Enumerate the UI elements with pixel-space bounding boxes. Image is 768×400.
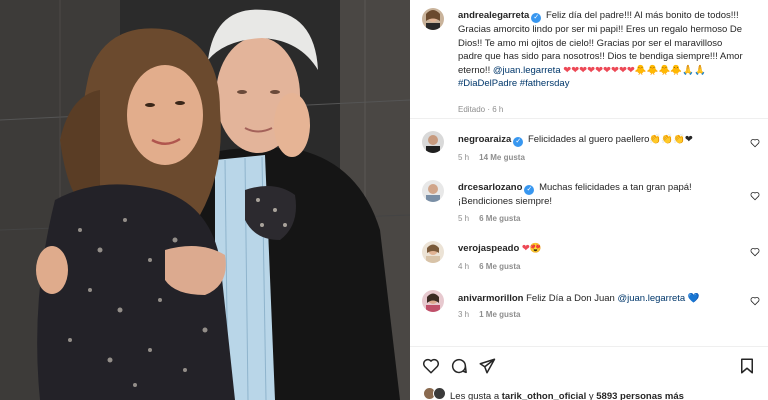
likes-count[interactable]: 5893 personas más bbox=[596, 391, 684, 400]
commenter-avatar[interactable] bbox=[422, 290, 444, 312]
comment-username[interactable]: anivarmorillon bbox=[458, 293, 523, 304]
post-caption: andrealegarreta ✓ Feliz día del padre!!! … bbox=[458, 9, 748, 91]
caption-mention[interactable]: @juan.legarreta bbox=[493, 65, 561, 76]
author-avatar[interactable] bbox=[422, 8, 444, 30]
heart-icon[interactable] bbox=[750, 138, 760, 148]
comment-time: 4 h bbox=[458, 262, 470, 271]
instagram-post-view: andrealegarreta ✓ Feliz día del padre!!! … bbox=[0, 0, 768, 400]
photo-illustration bbox=[0, 0, 410, 400]
likes-prefix: Les gusta a bbox=[450, 391, 500, 400]
comment-text: Felicidades al guero paellero👏👏👏❤ bbox=[527, 134, 693, 145]
comment-item: verojaspeado ❤😍 bbox=[458, 242, 748, 256]
commenter-avatar[interactable] bbox=[422, 131, 444, 153]
comment-text: Feliz Día a Don Juan bbox=[526, 293, 615, 304]
divider bbox=[410, 118, 768, 119]
author-username[interactable]: andrealegarreta bbox=[458, 10, 529, 21]
comment-meta: 5 h 6 Me gusta bbox=[458, 214, 520, 223]
comment-likes[interactable]: 14 Me gusta bbox=[479, 153, 525, 162]
comment-item: negroaraiza ✓ Felicidades al guero paelle… bbox=[458, 133, 748, 147]
comment-meta: 5 h 14 Me gusta bbox=[458, 153, 525, 162]
post-sidebar: andrealegarreta ✓ Feliz día del padre!!! … bbox=[410, 0, 768, 400]
share-icon[interactable] bbox=[478, 357, 496, 375]
comment-meta: 3 h 1 Me gusta bbox=[458, 310, 520, 319]
heart-icon[interactable] bbox=[750, 296, 760, 306]
comment-text: ❤😍 bbox=[521, 243, 542, 254]
edited-timestamp: Editado · 6 h bbox=[458, 105, 504, 114]
comment-likes[interactable]: 6 Me gusta bbox=[479, 214, 520, 223]
comment-meta: 4 h 6 Me gusta bbox=[458, 262, 520, 271]
verified-badge-icon: ✓ bbox=[524, 185, 535, 195]
heart-icon[interactable] bbox=[750, 191, 760, 201]
post-photo[interactable] bbox=[0, 0, 410, 400]
comment-likes[interactable]: 1 Me gusta bbox=[479, 310, 520, 319]
commenter-avatar[interactable] bbox=[422, 180, 444, 202]
hashtag-fathersday[interactable]: #fathersday bbox=[520, 78, 570, 89]
comment-icon[interactable] bbox=[450, 357, 468, 375]
liker-avatar[interactable] bbox=[433, 387, 446, 400]
comment-mention[interactable]: @juan.legarreta bbox=[617, 293, 685, 304]
likes-summary[interactable]: Les gusta a tarik_othon_oficial y 5893 p… bbox=[450, 391, 684, 400]
comment-time: 5 h bbox=[458, 153, 470, 162]
comment-username[interactable]: negroaraiza bbox=[458, 134, 511, 145]
likes-user[interactable]: tarik_othon_oficial bbox=[502, 391, 586, 400]
verified-badge-icon: ✓ bbox=[513, 137, 524, 147]
verified-badge-icon: ✓ bbox=[531, 13, 542, 23]
post-action-bar: Les gusta a tarik_othon_oficial y 5893 p… bbox=[410, 346, 768, 400]
comment-emoji: 💙 bbox=[687, 293, 700, 304]
comment-item: drcesarlozano ✓ Muchas felicidades a tan … bbox=[458, 181, 748, 209]
bookmark-icon[interactable] bbox=[738, 357, 756, 375]
comment-likes[interactable]: 6 Me gusta bbox=[479, 262, 520, 271]
commenter-avatar[interactable] bbox=[422, 241, 444, 263]
heart-icon[interactable] bbox=[750, 247, 760, 257]
caption-emojis: ❤❤❤❤❤❤❤❤❤🐥🐥🐥🐥🙏🙏 bbox=[563, 64, 706, 76]
comment-time: 3 h bbox=[458, 310, 470, 319]
comment-username[interactable]: verojaspeado bbox=[458, 243, 519, 254]
heart-icon[interactable] bbox=[422, 357, 440, 375]
hashtag-diadelpadre[interactable]: #DiaDelPadre bbox=[458, 78, 517, 89]
comment-username[interactable]: drcesarlozano bbox=[458, 182, 522, 193]
comment-item: anivarmorillon Feliz Día a Don Juan @jua… bbox=[458, 292, 748, 306]
likes-middle: y bbox=[588, 391, 594, 400]
comment-time: 5 h bbox=[458, 214, 470, 223]
